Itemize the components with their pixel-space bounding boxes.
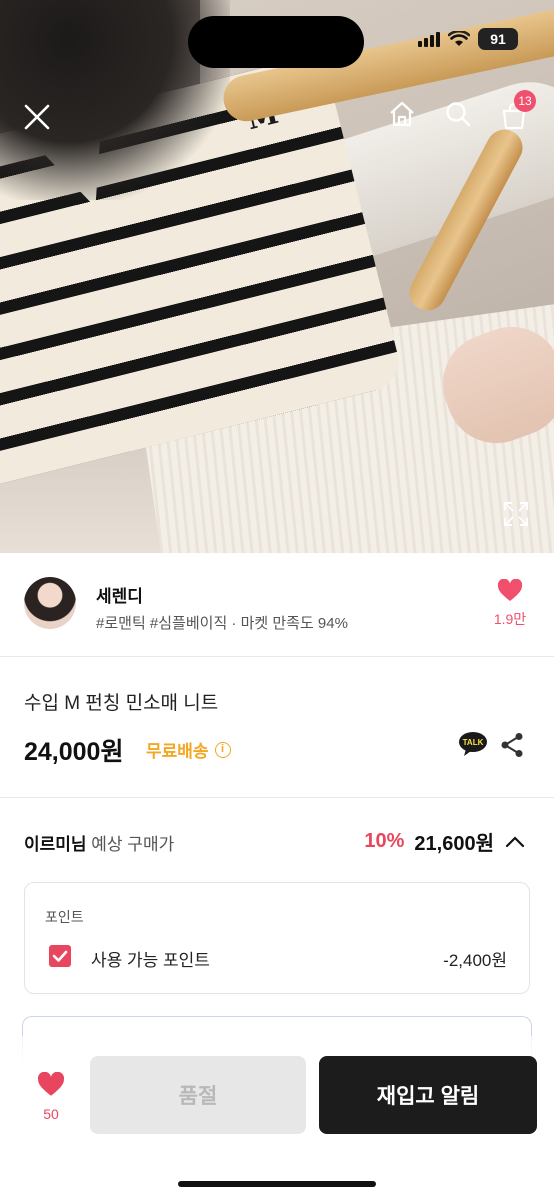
cart-badge: 13	[514, 90, 536, 112]
seller-name[interactable]: 세렌디	[96, 582, 143, 607]
member-price-summary: 10% 21,600원	[364, 827, 526, 856]
talk-icon-label: TALK	[463, 738, 484, 747]
home-button[interactable]	[386, 98, 418, 130]
check-icon	[52, 950, 68, 962]
seller-like-count: 1.9만	[493, 611, 527, 627]
product-image[interactable]: M 91 13	[0, 0, 554, 553]
restock-alert-button[interactable]: 재입고 알림	[319, 1056, 537, 1134]
search-button[interactable]	[442, 98, 474, 130]
points-amount: -2,400원	[443, 951, 507, 970]
seller-section[interactable]: 세렌디 #로맨틱 #심플베이직 · 마켓 만족도 94% 1.9만	[0, 553, 554, 657]
member-label-text: 예상 구매가	[91, 835, 175, 854]
close-button[interactable]	[22, 102, 52, 132]
seller-tags: #로맨틱 #심플베이직 · 마켓 만족도 94%	[96, 615, 348, 632]
member-price: 21,600원	[414, 833, 494, 855]
talk-icon: TALK	[459, 732, 487, 756]
wifi-icon	[448, 31, 470, 46]
signal-icon	[418, 31, 440, 47]
expand-button[interactable]	[502, 500, 530, 528]
home-icon	[390, 101, 414, 127]
cart-button[interactable]: 13	[498, 90, 536, 132]
wish-count: 50	[43, 1106, 59, 1122]
expand-icon	[504, 502, 528, 526]
battery-indicator: 91	[478, 28, 518, 50]
dynamic-island	[188, 16, 364, 68]
heart-icon	[37, 1071, 65, 1096]
points-checkbox[interactable]	[49, 945, 71, 967]
status-bar: 91	[418, 28, 518, 50]
share-icon	[501, 733, 523, 757]
product-price: 24,000원	[24, 738, 124, 766]
heart-icon	[497, 578, 523, 601]
member-name: 이르미님	[24, 835, 87, 854]
discount-rate: 10%	[364, 830, 405, 852]
member-price-label: 이르미님 예상 구매가	[24, 830, 174, 855]
shipping-info[interactable]: 무료배송 i	[146, 737, 231, 762]
product-info: 수입 M 펀칭 민소매 니트 24,000원 무료배송 i TALK	[0, 658, 554, 798]
kakao-talk-button[interactable]: TALK	[458, 731, 488, 757]
chevron-up-icon[interactable]	[504, 835, 526, 849]
share-button[interactable]	[500, 732, 524, 762]
member-price-row[interactable]: 이르미님 예상 구매가 10% 21,600원	[0, 820, 554, 864]
seller-like-button[interactable]: 1.9만	[490, 578, 530, 629]
search-icon	[446, 102, 471, 127]
home-indicator	[178, 1181, 376, 1187]
info-icon[interactable]: i	[214, 741, 231, 758]
shipping-label: 무료배송	[146, 742, 209, 761]
points-header: 포인트	[45, 909, 84, 925]
product-title: 수입 M 펀칭 민소매 니트	[24, 693, 219, 714]
points-label: 사용 가능 포인트	[91, 951, 210, 970]
close-icon	[24, 104, 50, 130]
points-card: 포인트 사용 가능 포인트 -2,400원	[24, 882, 530, 994]
soldout-button[interactable]: 품절	[90, 1056, 306, 1134]
seller-avatar[interactable]	[24, 577, 76, 629]
wish-button[interactable]: 50	[30, 1071, 72, 1122]
